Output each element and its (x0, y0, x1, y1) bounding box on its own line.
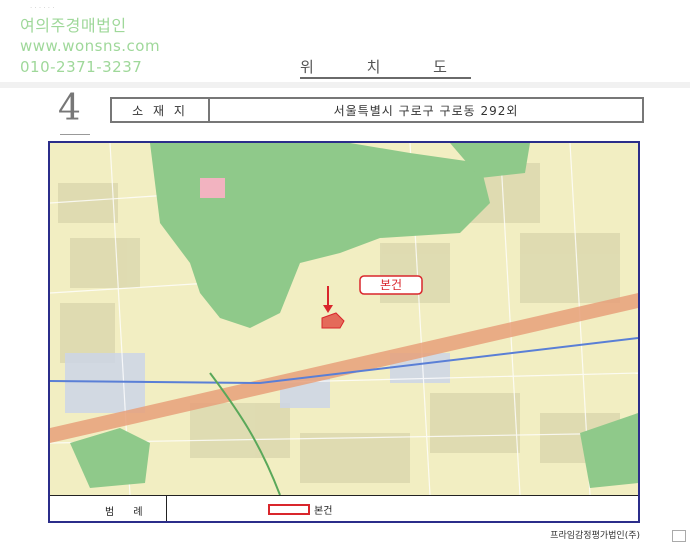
watermark-faint-text: · · · · · · (30, 4, 55, 12)
appraisal-company: 프라임감정평가법인(주) (550, 531, 640, 541)
page-title: 위 치 도 (300, 56, 471, 79)
watermark-website: www.wonsns.com (20, 37, 161, 55)
map-frame: 본건 범 례 본건 (48, 141, 640, 523)
legend-swatch (268, 504, 310, 515)
page-number: 4 (58, 88, 81, 129)
marker-label: 본건 (380, 278, 402, 292)
facility-area (200, 178, 225, 198)
legend-label: 범 례 (105, 507, 151, 518)
address-value: 서울특별시 구로구 구로동 292외 (333, 103, 519, 118)
header-divider (0, 82, 690, 88)
page-number-underline (60, 134, 90, 135)
location-map[interactable]: 본건 (50, 143, 638, 495)
legend-item-label: 본건 (314, 506, 333, 517)
address-table: 소 재 지 서울특별시 구로구 구로동 292외 (110, 97, 644, 123)
map-legend: 범 례 본건 (50, 495, 638, 521)
legend-divider (166, 496, 167, 521)
address-label: 소 재 지 (112, 99, 210, 121)
corner-mark (672, 530, 686, 542)
watermark-company-name: 여의주경매법인 (20, 16, 127, 35)
watermark-phone: 010-2371-3237 (20, 58, 143, 76)
